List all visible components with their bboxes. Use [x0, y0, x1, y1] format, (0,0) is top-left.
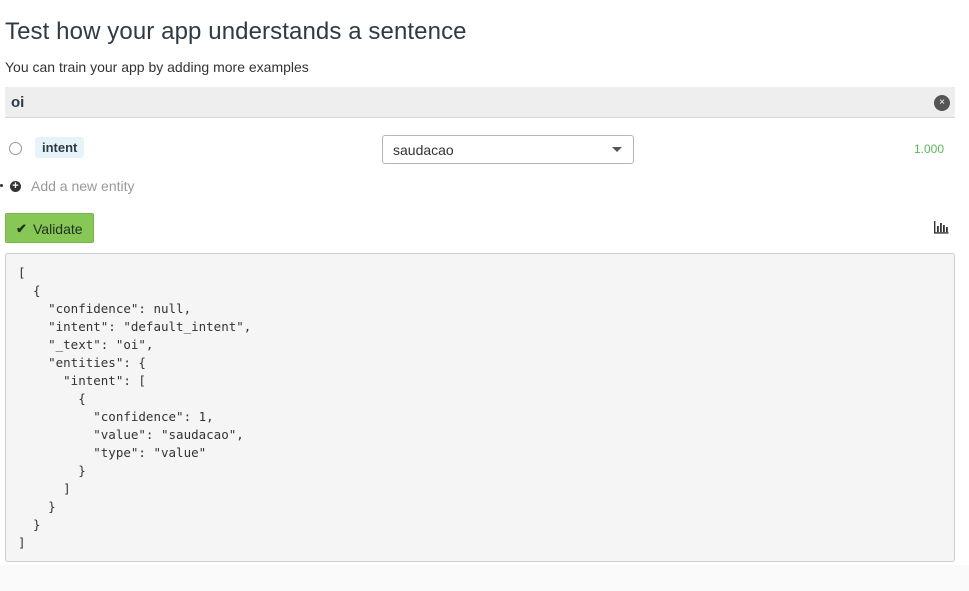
validate-label: Validate [33, 221, 83, 237]
page-footer-band [0, 565, 969, 591]
page-title: Test how your app understands a sentence [5, 18, 467, 45]
sentence-input[interactable] [5, 87, 931, 117]
confidence-score: 1.000 [914, 142, 945, 156]
plus-circle-icon: + [10, 181, 21, 192]
chevron-down-icon [612, 147, 622, 152]
entity-row: intent saudacao 1.000 [0, 134, 969, 164]
page-subtitle: You can train your app by adding more ex… [5, 59, 309, 75]
entity-radio[interactable] [9, 142, 22, 155]
entity-tag[interactable]: intent [35, 137, 85, 158]
check-icon: ✔ [16, 221, 27, 236]
json-output: [ { "confidence": null, "intent": "defau… [5, 253, 955, 562]
add-entity-label: Add a new entity [31, 178, 135, 194]
validate-button[interactable]: ✔ Validate [5, 213, 94, 243]
bar-chart-icon[interactable] [933, 221, 949, 234]
clear-icon[interactable]: × [934, 95, 950, 111]
bullet-dot [0, 184, 3, 187]
sentence-bar: × [5, 87, 955, 118]
entity-value-select[interactable]: saudacao [382, 135, 634, 164]
entity-value-selected: saudacao [393, 142, 454, 158]
